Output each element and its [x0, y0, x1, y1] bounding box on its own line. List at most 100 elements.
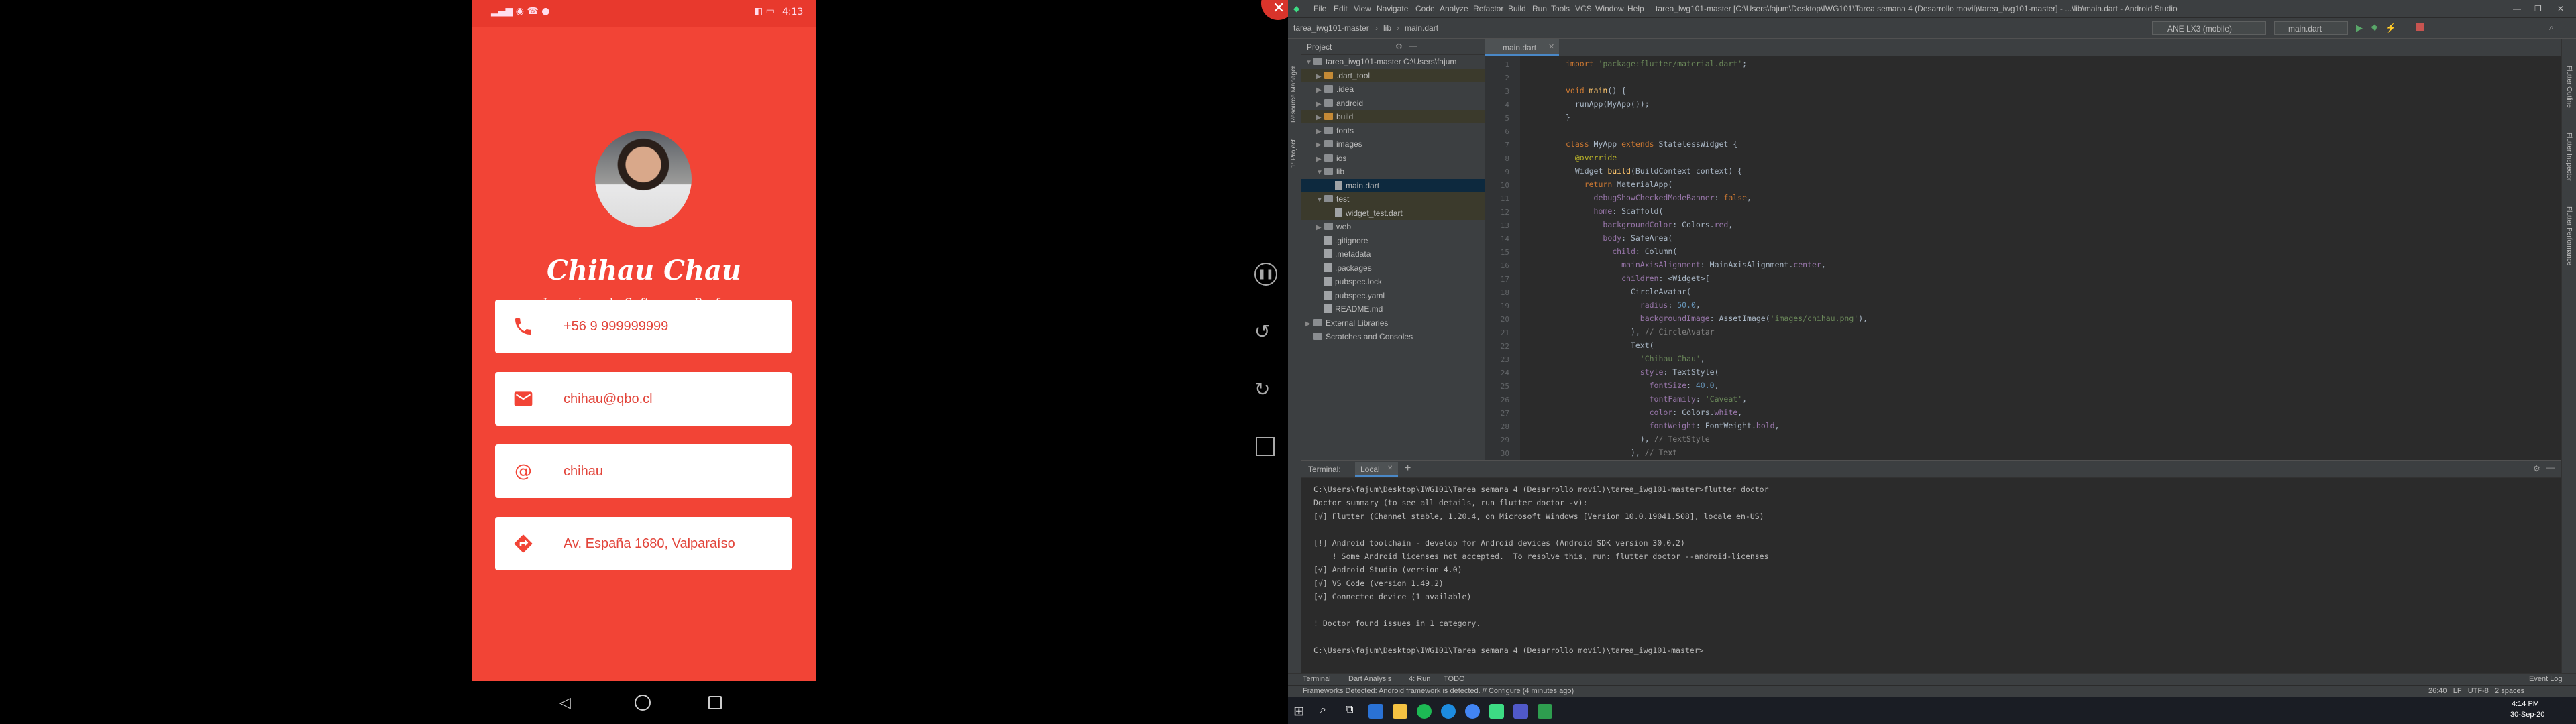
tree-item[interactable]: README.md [1301, 302, 1485, 316]
tree-item[interactable]: .gitignore [1301, 234, 1485, 247]
chevron-right-icon[interactable]: ▶ [1305, 318, 1313, 331]
tree-item[interactable]: main.dart [1301, 178, 1485, 192]
terminal-output[interactable]: C:\Users\fajum\Desktop\IWG101\Tarea sema… [1301, 478, 2561, 674]
menu-edit[interactable]: Edit [1334, 4, 1348, 13]
taskbar-clock[interactable]: 4:14 PM [2512, 700, 2539, 708]
chevron-right-icon[interactable]: ▶ [1316, 84, 1324, 97]
tree-item[interactable]: ▶ web [1301, 220, 1485, 233]
debug-icon[interactable]: ✹ [2371, 23, 2378, 34]
status-message[interactable]: Frameworks Detected: Android framework i… [1303, 687, 1574, 695]
breadcrumb-file[interactable]: main.dart [1405, 23, 1438, 33]
menu-navigate[interactable]: Navigate [1377, 4, 1408, 13]
chevron-right-icon[interactable]: ▶ [1316, 221, 1324, 235]
chevron-right-icon[interactable]: ▶ [1316, 153, 1324, 166]
menu-analyze[interactable]: Analyze [1440, 4, 1468, 13]
contact-card-address[interactable]: Av. España 1680, Valparaíso [495, 517, 792, 570]
tree-item[interactable]: ▼ tarea_iwg101-master C:\Users\fajum [1301, 55, 1485, 68]
code-area[interactable]: import 'package:flutter/material.dart'; … [1520, 56, 2561, 460]
windows-start-icon[interactable]: ⊞ [1293, 703, 1305, 719]
tree-item[interactable]: widget_test.dart [1301, 206, 1485, 220]
tree-item[interactable]: .packages [1301, 261, 1485, 275]
window-close-icon[interactable]: ✕ [2557, 4, 2564, 13]
status-info[interactable]: 26:40 LF UTF-8 2 spaces [2428, 687, 2524, 695]
tree-item[interactable]: ▼ lib [1301, 165, 1485, 178]
new-terminal-icon[interactable]: + [1405, 463, 1411, 475]
task-view-icon[interactable]: ⧉ [1346, 704, 1353, 716]
tree-item[interactable]: ▶ android [1301, 97, 1485, 110]
vscode-taskbar-icon[interactable] [1368, 704, 1383, 719]
breadcrumb-project[interactable]: tarea_iwg101-master [1293, 23, 1369, 33]
menu-file[interactable]: File [1313, 4, 1326, 13]
menu-window[interactable]: Window [1595, 4, 1624, 13]
toolwindow-todo[interactable]: TODO [1444, 675, 1465, 683]
menu-tools[interactable]: Tools [1551, 4, 1570, 13]
tab-close-icon[interactable]: ✕ [1548, 42, 1554, 51]
tree-item[interactable]: .metadata [1301, 247, 1485, 261]
stop-icon[interactable] [2416, 23, 2424, 31]
spotify-icon[interactable] [1417, 704, 1432, 719]
recents-icon[interactable] [708, 696, 722, 709]
resource-manager-tab[interactable]: Resource Manager [1290, 66, 1297, 123]
tree-item[interactable]: ▶ fonts [1301, 124, 1485, 137]
tree-item[interactable]: ▶ images [1301, 137, 1485, 151]
android-studio-taskbar-icon[interactable] [1489, 704, 1504, 719]
run-icon[interactable]: ▶ [2356, 23, 2363, 34]
hot-reload-icon[interactable]: ⚡ [2385, 23, 2396, 34]
contact-card-phone[interactable]: +56 9 999999999 [495, 300, 792, 353]
tree-item[interactable]: pubspec.lock [1301, 275, 1485, 288]
project-tab[interactable]: 1: Project [1290, 139, 1297, 168]
flutter-outline-tab[interactable]: Flutter Outline [2565, 66, 2573, 108]
chevron-down-icon[interactable]: ▼ [1316, 194, 1324, 207]
search-everywhere-icon[interactable]: ⌕ [2549, 23, 2554, 33]
teams-icon[interactable] [1513, 704, 1528, 719]
tab-terminal-local[interactable]: Local ✕ [1355, 462, 1398, 477]
hide-panel-icon[interactable]: — [1409, 41, 1417, 50]
tree-item[interactable]: ▶ build [1301, 110, 1485, 123]
tree-item[interactable]: ▼ test [1301, 192, 1485, 206]
tab-close-icon[interactable]: ✕ [1387, 465, 1393, 472]
taskbar-date[interactable]: 30-Sep-20 [2510, 711, 2544, 719]
chevron-down-icon[interactable]: ▼ [1305, 56, 1313, 70]
pause-icon[interactable]: ❚❚ [1254, 263, 1277, 286]
back-icon[interactable]: ◁ [559, 695, 571, 711]
toolwindow-terminal[interactable]: Terminal [1303, 675, 1331, 683]
contact-card-user[interactable]: @ chihau [495, 444, 792, 498]
menu-code[interactable]: Code [1415, 4, 1435, 13]
breadcrumb-lib[interactable]: lib [1383, 23, 1391, 33]
edge-icon[interactable] [1441, 704, 1456, 719]
crop-icon[interactable] [1256, 437, 1275, 456]
tree-item[interactable]: ▶ .dart_tool [1301, 68, 1485, 84]
xbox-icon[interactable] [1538, 704, 1552, 719]
rotate-left-icon[interactable]: ↺ [1254, 320, 1270, 343]
menu-run[interactable]: Run [1532, 4, 1547, 13]
run-config-selector[interactable]: main.dart [2274, 21, 2348, 35]
chevron-right-icon[interactable]: ▶ [1316, 125, 1324, 139]
tree-item[interactable]: Scratches and Consoles [1301, 330, 1485, 343]
toolwindow-dart-analysis[interactable]: Dart Analysis [1348, 675, 1391, 683]
home-icon[interactable] [635, 695, 651, 711]
menu-build[interactable]: Build [1508, 4, 1526, 13]
menu-view[interactable]: View [1354, 4, 1371, 13]
settings-gear-icon[interactable]: ⚙ [1395, 42, 1403, 51]
maximize-icon[interactable]: ❐ [2534, 4, 2542, 13]
tab-main-dart[interactable]: main.dart ✕ [1485, 39, 1559, 56]
chevron-right-icon[interactable]: ▶ [1316, 70, 1324, 84]
chrome-icon[interactable] [1465, 704, 1480, 719]
chevron-right-icon[interactable]: ▶ [1316, 139, 1324, 152]
menu-vcs[interactable]: VCS [1575, 4, 1592, 13]
device-selector[interactable]: ANE LX3 (mobile) [2152, 21, 2266, 35]
tree-item[interactable]: ▶ .idea [1301, 82, 1485, 96]
chevron-right-icon[interactable]: ▶ [1316, 111, 1324, 125]
contact-card-email[interactable]: chihau@qbo.cl [495, 372, 792, 426]
settings-gear-icon[interactable]: ⚙ [2533, 464, 2540, 473]
flutter-performance-tab[interactable]: Flutter Performance [2565, 206, 2573, 265]
flutter-inspector-tab[interactable]: Flutter Inspector [2565, 133, 2573, 181]
menu-help[interactable]: Help [1627, 4, 1644, 13]
toolwindow-run[interactable]: 4: Run [1409, 675, 1430, 683]
chevron-down-icon[interactable]: ▼ [1316, 166, 1324, 180]
event-log-button[interactable]: Event Log [2529, 675, 2563, 683]
tree-item[interactable]: pubspec.yaml [1301, 289, 1485, 302]
hide-panel-icon[interactable]: — [2546, 463, 2555, 472]
menu-refactor[interactable]: Refactor [1473, 4, 1503, 13]
tree-item[interactable]: ▶ External Libraries [1301, 316, 1485, 330]
